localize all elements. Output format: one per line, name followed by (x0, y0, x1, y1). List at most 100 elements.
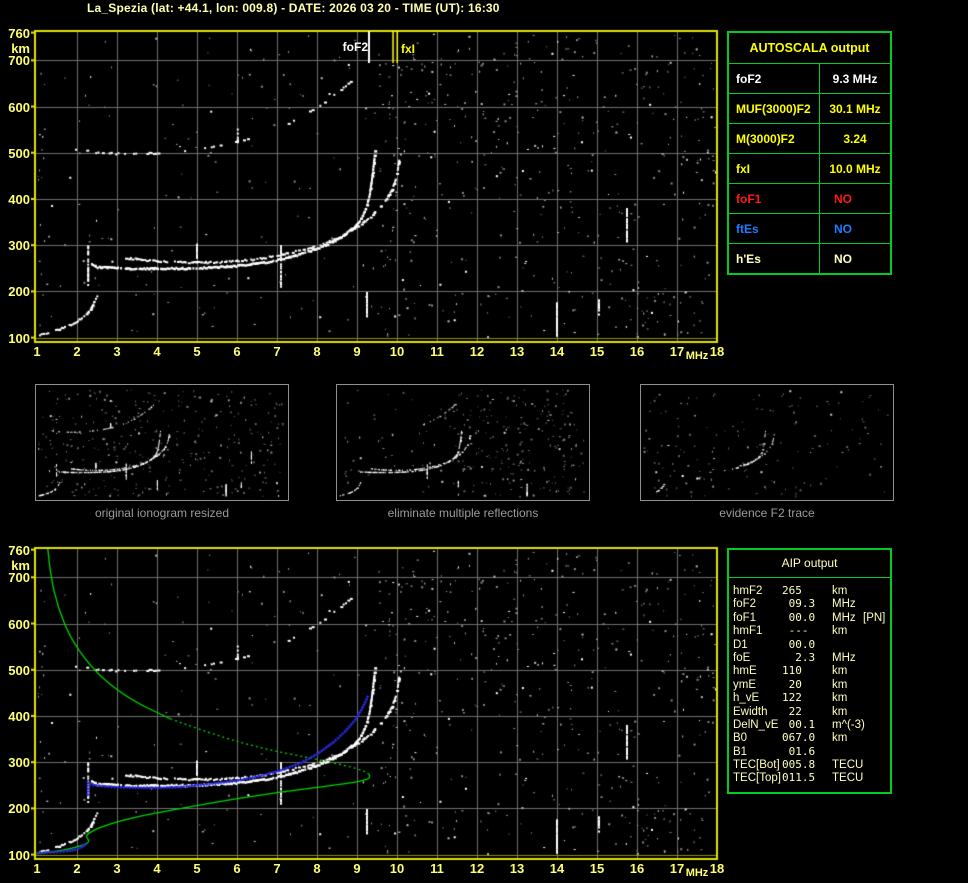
aip-row-label: DelN_vE (733, 718, 779, 731)
x-tick-label: 13 (509, 344, 525, 359)
y-tick-label: 400 (8, 708, 30, 724)
aip-row-label: hmF1 (733, 625, 763, 638)
x-tick-label: 5 (193, 344, 201, 359)
y-tick-label: 300 (8, 755, 30, 771)
aip-table-rows: hmF2 265 km foF2 09.3 MHz foF1 00.0 MHz [PN] hmF… (729, 578, 890, 785)
y-tick-label: 760 (8, 542, 30, 558)
autoscala-row-label: ftEs (729, 214, 820, 243)
aip-row-unit: km (832, 705, 848, 718)
autoscala-table-row: M(3000)F2 3.24 (729, 124, 890, 154)
top-ionogram-canvas (31, 27, 721, 347)
aip-table-row: ymE 20 km (733, 678, 890, 691)
x-tick-label: 1 (33, 344, 41, 359)
autoscala-row-value: 30.1 MHz (829, 101, 881, 116)
autoscala-row-label: fxI (729, 154, 820, 183)
aip-table-row: foE 2.3 MHz (733, 651, 890, 664)
aip-row-label: foF1 (733, 611, 757, 624)
autoscala-table-row: MUF(3000)F2 30.1 MHz (729, 94, 890, 124)
aip-table-row: hmF2 265 km (733, 584, 890, 597)
aip-row-value: 005.8 (782, 758, 816, 772)
autoscala-table-row: foF1 NO (729, 184, 890, 214)
x-tick-label: 12 (469, 861, 485, 876)
aip-row-unit: km (832, 732, 848, 745)
autoscala-output-table: AUTOSCALA output foF2 9.3 MHz MUF(3000)F2 3… (727, 31, 892, 275)
x-tick-label: 6 (233, 344, 241, 359)
aip-row-label: ymE (733, 678, 756, 691)
autoscala-row-label: foF1 (729, 184, 820, 213)
x-tick-label: 4 (153, 344, 161, 359)
aip-row-label: D1 (733, 638, 748, 651)
x-tick-label: 12 (469, 344, 485, 359)
y-tick-label: 100 (8, 330, 30, 346)
aip-row-value: 22 (782, 704, 802, 718)
x-tick-label: 14 (549, 861, 565, 876)
autoscala-row-value: NO (834, 251, 852, 266)
x-tick-label: 15 (589, 861, 605, 876)
x-tick-label: 9 (353, 861, 361, 876)
aip-row-unit: km (832, 665, 848, 678)
aip-row-value: 00.0 (782, 610, 816, 624)
autoscala-row-value: NO (834, 191, 852, 206)
aip-table-row: TEC[Top]011.5 TECU (733, 771, 890, 784)
thumbnail-caption-evidence: evidence F2 trace (719, 506, 815, 520)
y-tick-label: 300 (8, 238, 30, 254)
x-axis-unit-label: MHz (685, 350, 709, 362)
y-tick-label: 500 (8, 662, 30, 678)
aip-row-label: hmE (733, 665, 757, 678)
aip-row-unit: m^(-3) (832, 718, 865, 731)
autoscala-window: La_Spezia (lat: +44.1, lon: 009.8) - DAT… (0, 0, 968, 883)
y-tick-label: 600 (8, 99, 30, 115)
x-tick-label: 4 (153, 861, 161, 876)
aip-table-row: B1 01.6 (733, 745, 890, 758)
x-tick-label: 2 (73, 344, 81, 359)
aip-table-row: h_vE 122 km (733, 691, 890, 704)
autoscala-row-label: foF2 (729, 64, 820, 93)
aip-table-row: foF2 09.3 MHz (733, 597, 890, 610)
aip-row-value: --- (782, 624, 809, 638)
aip-table-row: B0 067.0 km (733, 731, 890, 744)
aip-row-value: 01.6 (782, 744, 816, 758)
x-tick-label: 11 (430, 344, 444, 359)
autoscala-row-value: 3.24 (843, 131, 867, 146)
x-tick-label: 7 (273, 861, 281, 876)
thumbnail-original-ionogram (35, 384, 289, 501)
aip-table-row: Ewidth 22 km (733, 705, 890, 718)
x-tick-label: 6 (233, 861, 241, 876)
autoscala-table-row: foF2 9.3 MHz (729, 64, 890, 94)
bottom-ionogram-canvas (31, 544, 721, 864)
autoscala-table-row: ftEs NO (729, 214, 890, 244)
autoscala-table-title: AUTOSCALA output (729, 33, 890, 64)
x-tick-label: 15 (589, 344, 605, 359)
aip-row-unit: TECU (832, 759, 864, 772)
y-axis-unit-label: km (11, 40, 30, 56)
fxI-marker-label: fxI (401, 42, 416, 56)
aip-row-unit: km (832, 585, 848, 597)
x-tick-label: 9 (353, 344, 361, 359)
x-tick-label: 1 (33, 861, 41, 876)
x-tick-label: 16 (629, 861, 645, 876)
aip-row-value: 00.1 (782, 717, 816, 731)
aip-row-value: 20 (782, 677, 802, 691)
aip-row-label: Ewidth (733, 705, 768, 718)
aip-row-label: B1 (733, 745, 748, 758)
x-tick-label: 16 (629, 344, 645, 359)
x-tick-label: 8 (313, 344, 321, 359)
aip-row-label: h_vE (733, 692, 760, 705)
x-tick-label: 10 (389, 344, 405, 359)
aip-row-unit: MHz (832, 611, 856, 624)
autoscala-row-label: h'Es (729, 244, 820, 273)
aip-table-row: foF1 00.0 MHz [PN] (733, 611, 890, 624)
aip-row-label: foE (733, 651, 751, 664)
autoscala-row-label: MUF(3000)F2 (729, 94, 820, 123)
x-tick-label: 7 (273, 344, 281, 359)
x-tick-label: 3 (113, 861, 121, 876)
foF2-marker-label: foF2 (342, 40, 368, 54)
aip-row-value: 00.0 (782, 637, 816, 651)
x-tick-label: 8 (313, 861, 321, 876)
aip-row-label: TEC[Top] (733, 772, 781, 785)
thumbnail-evidence-f2-trace (640, 384, 894, 501)
autoscala-table-row: h'Es NO (729, 244, 890, 273)
autoscala-row-value: 10.0 MHz (829, 161, 881, 176)
aip-row-value: 09.3 (782, 597, 816, 611)
aip-table-row: DelN_vE 00.1 m^(-3) (733, 718, 890, 731)
